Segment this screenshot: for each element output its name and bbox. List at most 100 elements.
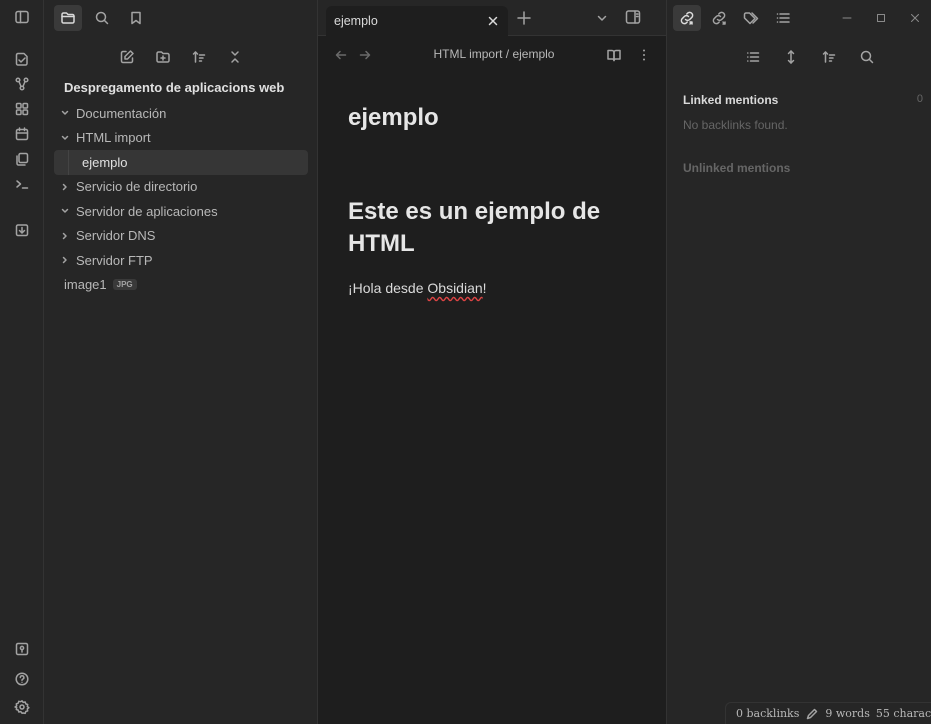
status-character-count: 55 characters	[875, 707, 931, 720]
tree-folder-documentacion[interactable]: Documentación	[54, 101, 308, 126]
tree-item-label: ejemplo	[82, 154, 128, 170]
collapse-results-button[interactable]	[739, 44, 767, 70]
misspelled-word[interactable]: Obsidian	[427, 280, 482, 296]
maximize-window-icon[interactable]	[867, 6, 895, 30]
breadcrumb-separator: /	[505, 47, 510, 61]
paragraph[interactable]: ¡Hola desde Obsidian!	[348, 280, 648, 296]
help-icon[interactable]	[0, 666, 44, 692]
daily-note-icon[interactable]	[0, 121, 44, 147]
no-backlinks-message: No backlinks found.	[683, 118, 788, 132]
chevron-down-icon	[54, 203, 76, 219]
sort-icon	[822, 51, 835, 63]
tree-item-label: Servidor de aplicaciones	[76, 203, 218, 219]
tree-file-ejemplo[interactable]: ejemplo	[54, 150, 308, 175]
outgoing-links-tab[interactable]	[705, 5, 733, 31]
editor-pane: ejemplo HTML import / ejemplo ejemplo Es…	[318, 0, 666, 724]
chevron-down-icon[interactable]	[595, 11, 609, 25]
tree-item-label: HTML import	[76, 130, 151, 146]
unlinked-mentions-heading[interactable]: Unlinked mentions	[683, 161, 790, 175]
tree-item-label: Servidor DNS	[76, 228, 156, 244]
close-tab-icon[interactable]	[486, 14, 500, 28]
tree-folder-html-import[interactable]: HTML import	[54, 126, 308, 151]
sort-button[interactable]	[815, 44, 843, 70]
new-folder-icon	[156, 51, 170, 63]
close-window-icon[interactable]	[901, 6, 929, 30]
tree-folder-servidor-ftp[interactable]: Servidor FTP	[54, 248, 308, 273]
left-sidebar-header	[44, 0, 318, 36]
breadcrumb-file[interactable]: ejemplo	[512, 47, 554, 61]
paragraph-text: !	[482, 280, 487, 296]
files-tab[interactable]	[54, 5, 82, 31]
backlinks-actions	[667, 44, 931, 72]
tree-item-label: image1	[64, 277, 107, 293]
import-icon[interactable]	[0, 217, 44, 243]
search-button[interactable]	[853, 44, 881, 70]
note-content[interactable]: ejemplo Este es un ejemplo de HTML ¡Hola…	[348, 104, 648, 296]
linked-mentions-heading[interactable]: Linked mentions	[683, 93, 923, 107]
file-extension-badge: JPG	[112, 279, 137, 291]
ribbon	[0, 0, 44, 724]
right-sidebar: Linked mentions 0 No backlinks found. Un…	[666, 0, 931, 724]
paragraph-text: ¡Hola desde	[348, 280, 428, 296]
sort-icon	[192, 51, 206, 63]
backlinks-icon	[680, 11, 694, 25]
reading-view-icon[interactable]	[606, 47, 622, 63]
tab-title: ejemplo	[334, 14, 378, 28]
status-word-count: 9 words	[825, 707, 870, 720]
tree-item-label: Servidor FTP	[76, 252, 153, 268]
vault-switcher-icon[interactable]	[0, 636, 44, 662]
chevron-right-icon	[54, 228, 76, 244]
view-header: HTML import / ejemplo	[318, 36, 666, 72]
minimize-window-icon[interactable]	[833, 6, 861, 30]
backlinks-tab[interactable]	[673, 5, 701, 31]
folder-icon	[61, 12, 75, 24]
new-folder-button[interactable]	[149, 44, 177, 70]
graph-view-icon[interactable]	[0, 71, 44, 97]
inline-title[interactable]: ejemplo	[348, 104, 648, 132]
left-sidebar: Despregamento de aplicacions web Documen…	[44, 0, 318, 724]
search-tab[interactable]	[88, 5, 116, 31]
tab-ejemplo[interactable]: ejemplo	[326, 6, 508, 36]
heading-1[interactable]: Este es un ejemplo de HTML	[348, 196, 648, 260]
chevron-right-icon	[54, 179, 76, 195]
outline-tab[interactable]	[769, 5, 797, 31]
file-explorer-actions	[44, 44, 318, 72]
tree-folder-servidor-de-aplicaciones[interactable]: Servidor de aplicaciones	[54, 199, 308, 224]
settings-icon[interactable]	[0, 694, 44, 720]
toggle-left-sidebar-icon[interactable]	[0, 4, 44, 30]
tree-folder-servicio-de-directorio[interactable]: Servicio de directorio	[54, 175, 308, 200]
expand-vertically-icon	[787, 50, 794, 64]
pencil-icon[interactable]	[805, 707, 819, 721]
chevron-down-icon	[54, 130, 76, 146]
chevron-down-icon	[54, 105, 76, 121]
terminal-icon[interactable]	[0, 171, 44, 197]
status-backlinks[interactable]: 0 backlinks	[736, 707, 799, 720]
outgoing-links-icon	[712, 11, 726, 25]
list-icon	[746, 52, 759, 62]
bookmark-icon	[131, 11, 141, 25]
linked-mentions-count: 0	[916, 93, 923, 105]
collapse-all-icon	[231, 51, 239, 63]
more-options-icon[interactable]	[636, 47, 652, 63]
tags-tab[interactable]	[737, 5, 765, 31]
tree-folder-servidor-dns[interactable]: Servidor DNS	[54, 224, 308, 249]
templates-icon[interactable]	[0, 146, 44, 172]
outline-icon	[776, 13, 790, 23]
show-more-context-button[interactable]	[777, 44, 805, 70]
file-tree: Despregamento de aplicacions web Documen…	[54, 77, 308, 297]
open-quick-switcher-icon[interactable]	[0, 46, 44, 72]
new-note-icon	[120, 50, 134, 64]
canvas-icon[interactable]	[0, 96, 44, 122]
collapse-all-button[interactable]	[221, 44, 249, 70]
sort-button[interactable]	[185, 44, 213, 70]
tree-file-image1[interactable]: image1 JPG	[54, 273, 308, 298]
toggle-right-sidebar-icon[interactable]	[624, 8, 642, 26]
bookmarks-tab[interactable]	[122, 5, 150, 31]
tree-item-label: Documentación	[76, 105, 167, 121]
new-tab-icon[interactable]	[514, 8, 534, 28]
breadcrumb-folder[interactable]: HTML import	[434, 47, 503, 61]
new-note-button[interactable]	[113, 44, 141, 70]
vault-name: Despregamento de aplicacions web	[64, 80, 285, 95]
right-sidebar-tabs	[667, 0, 931, 36]
search-icon	[860, 50, 873, 64]
